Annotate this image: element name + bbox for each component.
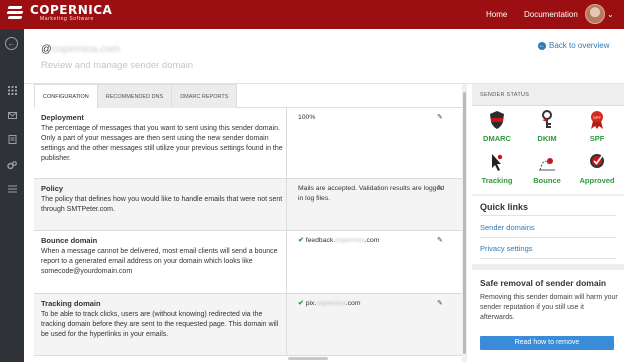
setting-label: Tracking domain [41,299,101,308]
pencil-icon[interactable]: ✎ [437,299,443,307]
key-icon [542,110,552,128]
quick-link-privacy-settings[interactable]: Privacy settings [480,244,533,253]
page-header: @copernica.com Review and manage sender … [24,29,624,84]
setting-description: To be able to track clicks, users are (w… [41,311,279,338]
cursor-icon [492,154,503,171]
safe-removal-panel: Safe removal of sender domain Removing t… [472,270,624,362]
tab-configuration[interactable]: Configuration [34,84,98,108]
svg-text:SPF: SPF [593,115,601,120]
setting-value: ✔ pix.copernica.com [298,300,361,307]
setting-description: The percentage of messages that you want… [41,125,283,162]
logo-name: COPERNICA [30,3,113,17]
status-dkim[interactable]: DKIM [522,110,572,143]
quick-link-sender-domains[interactable]: Sender domains [480,223,535,232]
tab-bar: Configuration Recommended DNS DMARC Repo… [34,84,238,108]
setting-description: When a message cannot be delivered, most… [41,248,278,275]
setting-row-deployment: Deployment The percentage of messages th… [34,108,462,179]
pencil-icon[interactable]: ✎ [437,184,443,192]
pencil-icon[interactable]: ✎ [437,113,443,121]
setting-label: Deployment [41,113,84,122]
back-link-label: Back to overview [549,41,610,50]
page-title: @copernica.com [41,43,120,55]
list-icon[interactable] [7,185,17,195]
nav-home-link[interactable]: Home [486,10,507,19]
left-sidebar: ← [0,29,24,362]
status-tracking[interactable]: Tracking [472,152,522,185]
sender-status-grid: DMARC DKIM SPF SPF Tracking Bounce Appro… [472,106,624,194]
top-navbar: COPERNICA Marketing Software Home Docume… [0,0,624,29]
copernica-logo[interactable]: COPERNICA Marketing Software [6,4,112,22]
quick-links-panel: Quick links Sender domains Privacy setti… [472,196,624,264]
setting-value: Mails are accepted. Validation results a… [298,185,445,202]
logo-mark-icon [6,4,26,22]
setting-description: The policy that defines how you would li… [41,196,283,213]
setting-label: Policy [41,184,64,193]
setting-row-policy: Policy The policy that defines how you w… [34,179,462,231]
back-circle-icon[interactable]: ← [5,37,18,50]
check-icon: ✔ [298,237,304,244]
user-avatar[interactable] [585,4,605,24]
pencil-icon[interactable]: ✎ [437,236,443,244]
nav-documentation-link[interactable]: Documentation [524,10,578,19]
quick-links-title: Quick links [480,202,529,212]
approved-badge-icon [590,154,604,168]
page-title-domain: copernica.com [51,43,120,55]
ribbon-badge-icon: SPF [591,111,603,129]
setting-row-tracking-domain: Tracking domain To be able to track clic… [34,294,462,356]
page-title-prefix: @ [41,43,52,55]
horizontal-scrollbar-thumb[interactable] [288,357,328,360]
read-how-to-remove-button[interactable]: Read how to remove [480,336,614,350]
setting-value: 100% [298,114,316,121]
setting-row-bounce-domain: Bounce domain When a message cannot be d… [34,231,462,294]
grid-icon[interactable] [7,86,17,96]
page-subtitle: Review and manage sender domain [41,60,194,71]
bounce-icon [539,158,555,171]
status-bounce[interactable]: Bounce [522,152,572,185]
status-spf[interactable]: SPF SPF [572,110,622,143]
document-icon[interactable] [7,135,17,145]
tab-recommended-dns[interactable]: Recommended DNS [96,84,173,108]
sender-status-heading: Sender status [480,92,530,98]
tab-dmarc-reports[interactable]: DMARC Reports [171,84,238,108]
status-dmarc[interactable]: DMARC [472,110,522,143]
status-approved[interactable]: Approved [572,152,622,185]
gears-icon[interactable] [7,161,17,171]
sender-status-header: Sender status [472,84,624,106]
scrollbar-thumb[interactable] [463,92,466,354]
setting-value: ✔ feedback.copernica.com [298,237,380,244]
back-to-overview-link[interactable]: ← Back to overview [538,41,609,50]
shield-icon [490,111,504,129]
arrow-left-circle-icon: ← [538,41,546,50]
setting-label: Bounce domain [41,236,98,245]
chevron-down-icon[interactable]: ⌄ [607,10,614,19]
safe-removal-title: Safe removal of sender domain [480,278,607,288]
check-icon: ✔ [298,300,304,307]
safe-removal-text: Removing this sender domain will harm yo… [480,294,618,321]
logo-tagline: Marketing Software [40,16,94,22]
envelope-icon[interactable] [7,111,17,121]
